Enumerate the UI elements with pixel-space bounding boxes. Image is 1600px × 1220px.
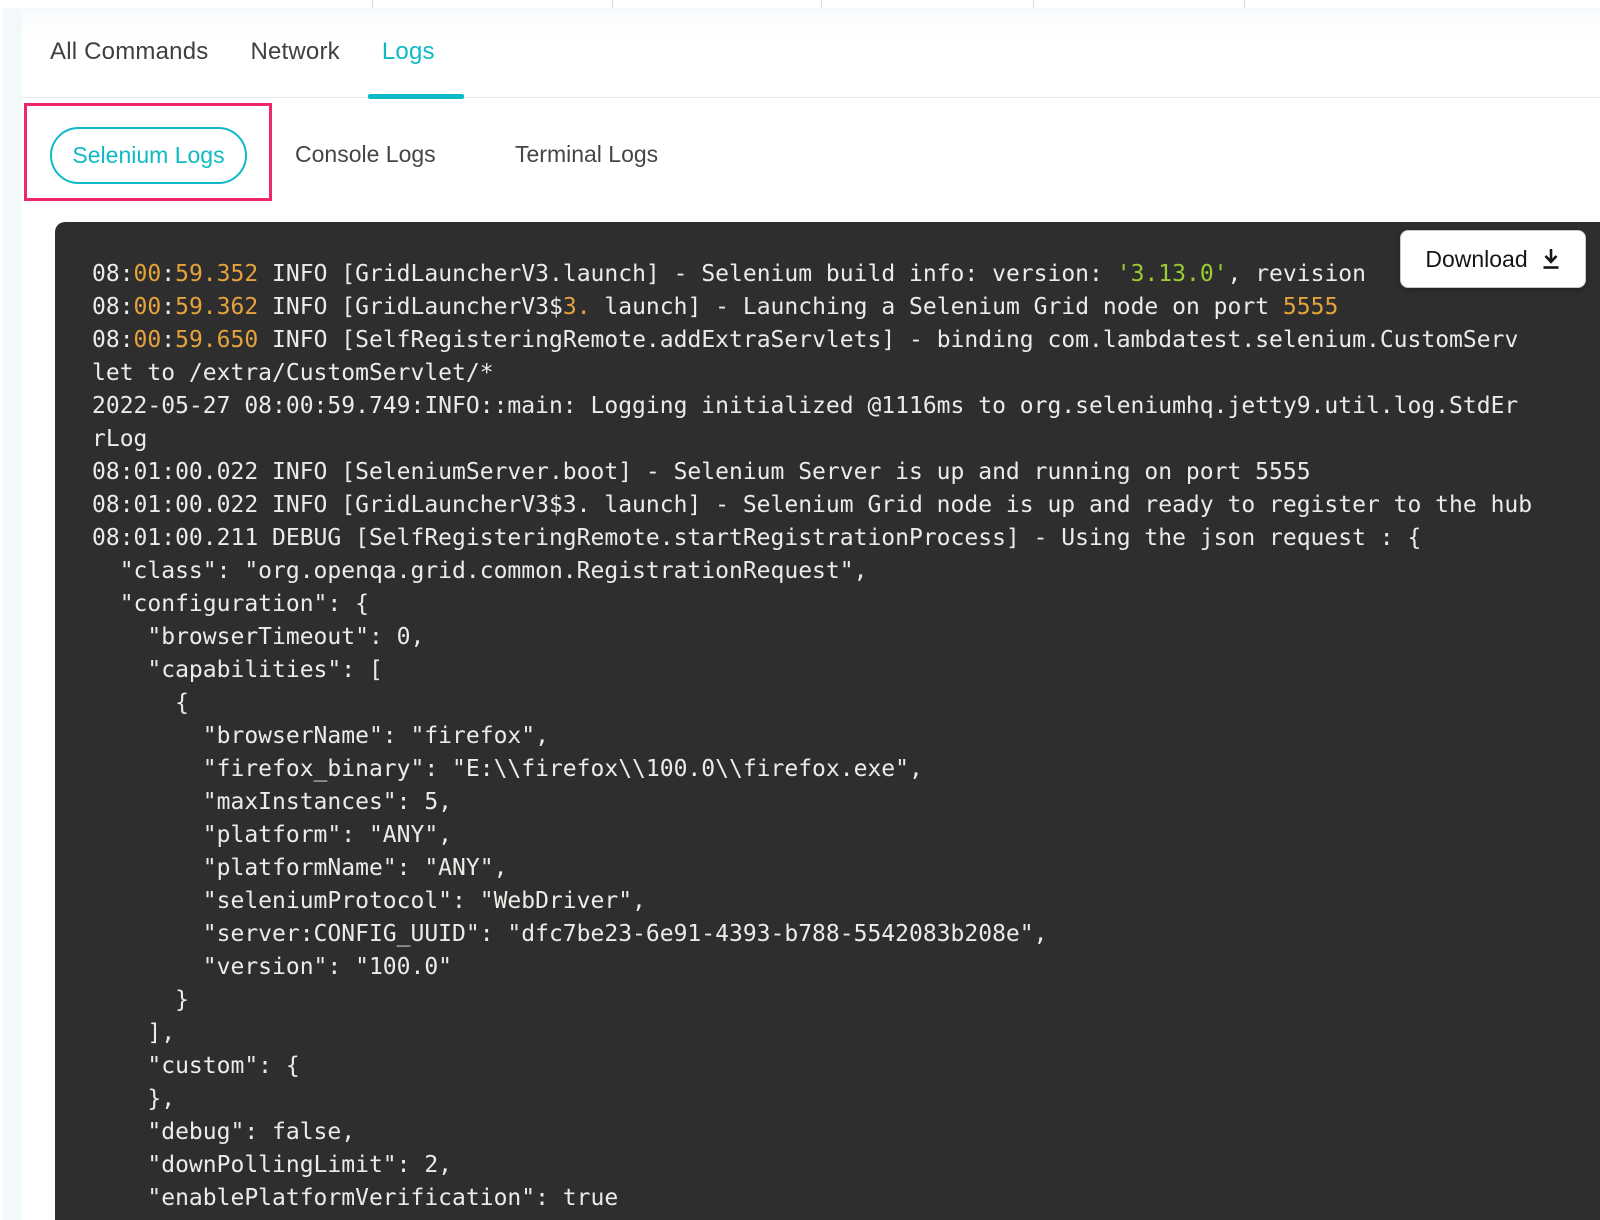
- download-button-label: Download: [1425, 246, 1527, 273]
- log-line: 2022-05-27 08:00:59.749:INFO::main: Logg…: [92, 390, 1600, 423]
- selenium-logs-page: { "header": { "tabs": [ { "label": "All …: [0, 0, 1600, 1220]
- log-line: 08:00:59.352 INFO [GridLauncherV3.launch…: [92, 258, 1600, 291]
- subtab-terminal-logs[interactable]: Terminal Logs: [515, 141, 658, 168]
- log-line: let to /extra/CustomServlet/*: [92, 357, 1600, 390]
- log-line: "enablePlatformVerification": true: [92, 1182, 1600, 1215]
- log-line: "firefox_binary": "E:\\firefox\\100.0\\f…: [92, 753, 1600, 786]
- table-column-divider: [372, 0, 373, 8]
- log-line: "version": "100.0": [92, 951, 1600, 984]
- left-edge-strip: [2, 8, 22, 1220]
- log-line: "class": "org.openqa.grid.common.Registr…: [92, 555, 1600, 588]
- log-line: "platformName": "ANY",: [92, 852, 1600, 885]
- log-line: rLog: [92, 423, 1600, 456]
- subtab-console-logs[interactable]: Console Logs: [295, 141, 436, 168]
- log-line: "seleniumProtocol": "WebDriver",: [92, 885, 1600, 918]
- log-line: "debug": false,: [92, 1116, 1600, 1149]
- selenium-log-terminal[interactable]: 08:00:59.352 INFO [GridLauncherV3.launch…: [55, 222, 1600, 1220]
- log-line: 08:00:59.650 INFO [SelfRegisteringRemote…: [92, 324, 1600, 357]
- log-line: "browserTimeout": 0,: [92, 621, 1600, 654]
- tab-all-commands[interactable]: All Commands: [50, 38, 208, 66]
- log-lines: 08:00:59.352 INFO [GridLauncherV3.launch…: [92, 258, 1600, 1220]
- subtab-selenium-logs[interactable]: Selenium Logs: [50, 127, 247, 184]
- top-fade: [22, 8, 1600, 34]
- log-line: "browserName": "firefox",: [92, 720, 1600, 753]
- download-icon: [1541, 247, 1561, 271]
- table-header-remnant: [0, 0, 1600, 8]
- log-line: "downPollingLimit": 2,: [92, 1149, 1600, 1182]
- main-tab-bar: All Commands Network Logs: [50, 38, 435, 66]
- tab-network[interactable]: Network: [250, 38, 339, 66]
- log-line: "platform": "ANY",: [92, 819, 1600, 852]
- tab-logs[interactable]: Logs: [382, 38, 435, 66]
- log-line: "capabilities": [: [92, 654, 1600, 687]
- log-line: 08:01:00.022 INFO [GridLauncherV3$3. lau…: [92, 489, 1600, 522]
- table-column-divider: [1033, 0, 1034, 8]
- log-line: "custom": {: [92, 1050, 1600, 1083]
- table-column-divider: [821, 0, 822, 8]
- table-column-divider: [1244, 0, 1245, 8]
- log-line: {: [92, 687, 1600, 720]
- active-tab-underline: [368, 94, 464, 99]
- download-button[interactable]: Download: [1400, 230, 1586, 288]
- log-line: "server:CONFIG_UUID": "dfc7be23-6e91-439…: [92, 918, 1600, 951]
- log-line: ],: [92, 1017, 1600, 1050]
- log-line: 08:01:00.211 DEBUG [SelfRegisteringRemot…: [92, 522, 1600, 555]
- tab-bar-divider: [22, 97, 1600, 98]
- log-line: "maxInstances": 5,: [92, 786, 1600, 819]
- table-column-divider: [612, 0, 613, 8]
- log-line: },: [92, 1083, 1600, 1116]
- log-line: "configuration": {: [92, 588, 1600, 621]
- log-line: 08:01:00.022 INFO [SeleniumServer.boot] …: [92, 456, 1600, 489]
- log-line: }: [92, 984, 1600, 1017]
- log-line: 08:00:59.362 INFO [GridLauncherV3$3. lau…: [92, 291, 1600, 324]
